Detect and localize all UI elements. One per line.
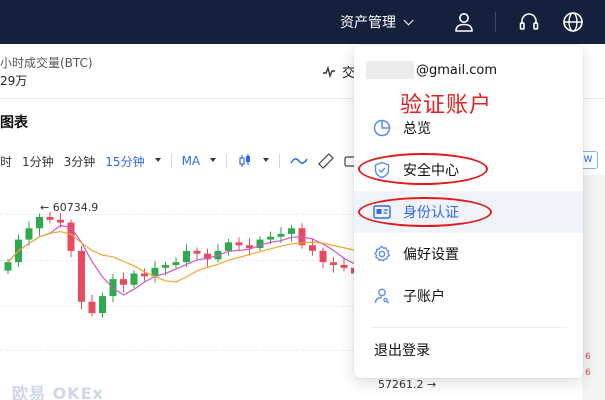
sub-account-icon xyxy=(373,287,391,305)
indicator-ma[interactable]: MA xyxy=(182,154,201,168)
chart-toolbar: 时 1分钟 3分钟 15分钟 MA xyxy=(0,148,368,174)
price-scale-panel xyxy=(582,175,605,400)
chart-title: 图表 xyxy=(0,115,28,131)
menu-divider xyxy=(370,327,567,328)
menu-item-sub-account[interactable]: 子账户 xyxy=(354,275,583,317)
account-email: @gmail.com xyxy=(416,63,498,78)
account-dropdown: @gmail.com 验证账户 总览 安全中心 身份认证 偏好设置 子账户 退出… xyxy=(354,45,583,378)
trendline-icon[interactable] xyxy=(290,154,308,168)
candle-body xyxy=(57,219,64,223)
chevron-down-icon xyxy=(403,15,414,25)
candle-body xyxy=(99,296,106,314)
candle-body xyxy=(141,273,148,277)
candle-body xyxy=(267,236,274,240)
candle-body xyxy=(4,262,12,271)
id-card-icon xyxy=(373,203,391,221)
menu-item-preferences[interactable]: 偏好设置 xyxy=(354,233,583,275)
candle-body xyxy=(309,245,316,251)
top-nav-bar: 资产管理 xyxy=(0,0,605,44)
candle-body xyxy=(172,262,180,265)
candle-body xyxy=(183,250,190,263)
interval-hour[interactable]: 时 xyxy=(0,153,12,170)
pulse-icon xyxy=(323,65,335,78)
interval-3m[interactable]: 3分钟 xyxy=(64,153,96,170)
caret-down-icon[interactable] xyxy=(210,158,217,162)
toolbar-divider xyxy=(170,154,172,168)
candle-body xyxy=(235,242,243,246)
candle-body xyxy=(36,216,43,229)
shield-check-icon xyxy=(373,161,391,179)
nav-divider xyxy=(495,12,496,32)
menu-item-label: 身份认证 xyxy=(403,205,459,221)
menu-item-label: 偏好设置 xyxy=(403,247,459,263)
caret-down-icon[interactable] xyxy=(263,158,270,162)
volume-label: 小时成交量(BTC) xyxy=(0,56,93,70)
assets-management-label: 资产管理 xyxy=(340,15,396,31)
logout-label: 退出登录 xyxy=(374,343,430,359)
menu-item-security-center[interactable]: 安全中心 xyxy=(354,149,583,191)
candle-body xyxy=(88,301,96,314)
candle-body xyxy=(25,228,33,240)
candle-body xyxy=(288,228,295,234)
candle-body xyxy=(78,250,85,302)
candle-body xyxy=(162,265,169,268)
candle-body xyxy=(130,273,138,285)
assets-management-menu[interactable]: 资产管理 xyxy=(340,0,414,44)
price-tag: 6 xyxy=(585,352,591,362)
watermark-logo: 欧易 OKEx xyxy=(12,384,104,400)
menu-item-identity-verification[interactable]: 身份认证 xyxy=(354,191,583,233)
interval-1m[interactable]: 1分钟 xyxy=(22,153,54,170)
caret-down-icon[interactable] xyxy=(154,158,161,162)
toolbar-divider xyxy=(279,154,281,168)
candle-body xyxy=(330,262,337,265)
interval-15m[interactable]: 15分钟 xyxy=(105,153,144,170)
high-price-label: ← 60734.9 xyxy=(40,201,99,214)
candle-body xyxy=(225,242,232,251)
pie-chart-icon xyxy=(373,119,391,137)
menu-item-logout[interactable]: 退出登录 xyxy=(354,329,583,371)
menu-item-overview[interactable]: 总览 xyxy=(354,107,583,149)
ruler-icon[interactable] xyxy=(318,153,335,169)
menu-item-label: 总览 xyxy=(403,121,431,137)
menu-item-label: 安全中心 xyxy=(403,163,459,179)
candlestick-type-icon[interactable] xyxy=(237,153,253,169)
menu-item-label: 子账户 xyxy=(403,289,445,305)
headset-icon[interactable] xyxy=(517,10,541,34)
candle-body xyxy=(193,250,201,254)
trade-tab[interactable]: 交 xyxy=(322,62,355,81)
low-price-label: 57261.2 → xyxy=(378,378,437,391)
candle-body xyxy=(277,233,285,237)
email-redaction xyxy=(366,61,414,79)
user-icon[interactable] xyxy=(452,10,476,34)
candle-body xyxy=(340,265,348,268)
candle-body xyxy=(319,250,327,263)
price-tag: 6 xyxy=(585,368,591,378)
gear-icon xyxy=(373,245,391,263)
candle-body xyxy=(46,216,54,220)
volume-value: 29万 xyxy=(0,74,28,88)
globe-icon[interactable] xyxy=(561,10,585,34)
candle-body xyxy=(120,279,127,285)
toolbar-divider xyxy=(226,154,228,168)
